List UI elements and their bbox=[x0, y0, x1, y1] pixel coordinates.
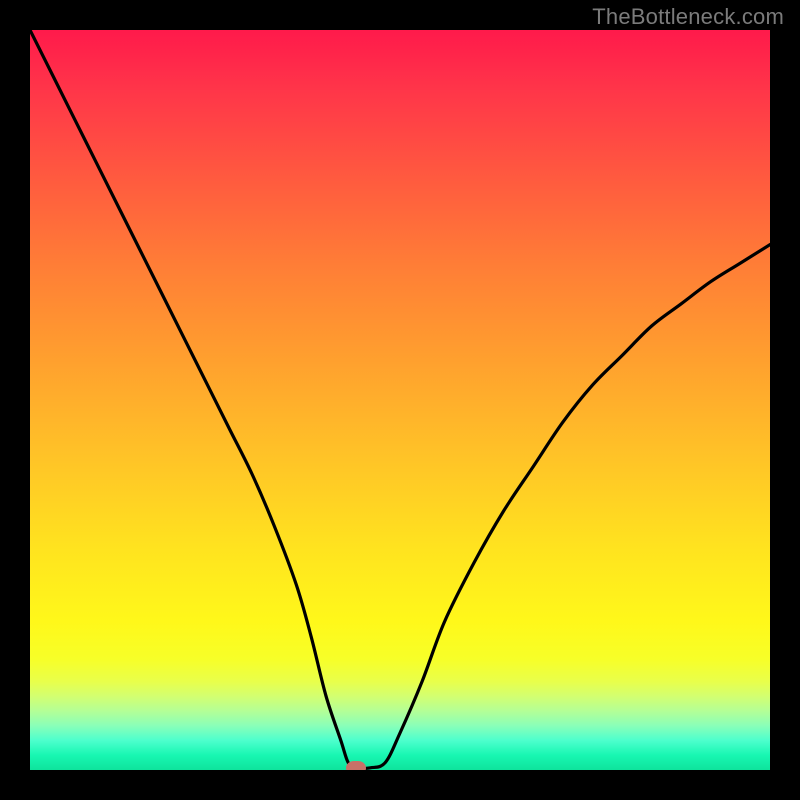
watermark-text: TheBottleneck.com bbox=[592, 4, 784, 30]
plot-area bbox=[30, 30, 770, 770]
chart-frame: TheBottleneck.com bbox=[0, 0, 800, 800]
optimum-marker bbox=[346, 761, 366, 770]
bottleneck-curve bbox=[30, 30, 770, 770]
